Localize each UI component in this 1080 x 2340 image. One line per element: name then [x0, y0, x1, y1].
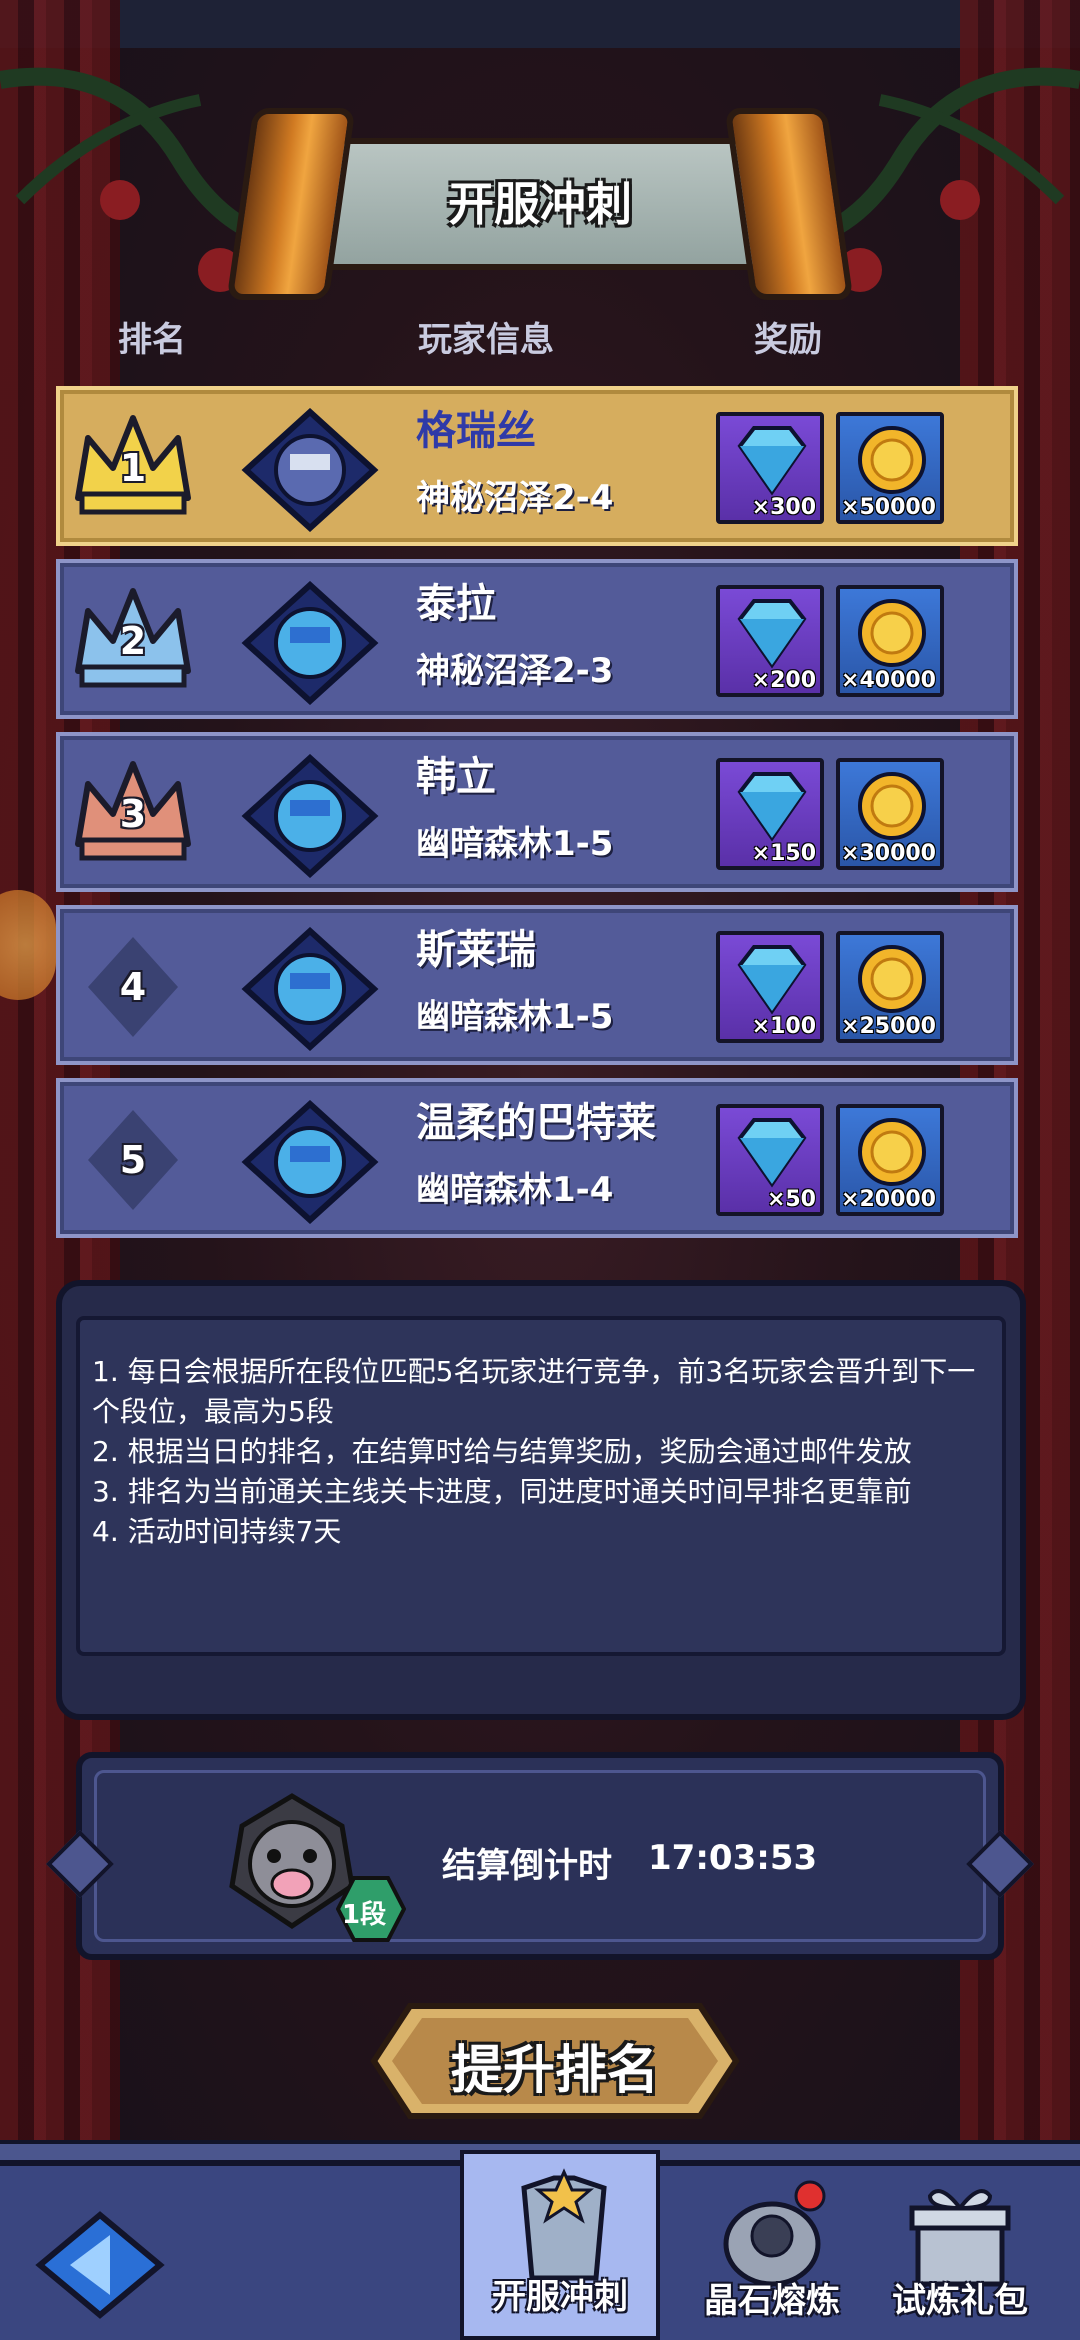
gem-quantity: ×100 — [751, 1014, 816, 1039]
player-name: 韩立 — [416, 754, 496, 800]
rank-number: 2 — [119, 619, 147, 663]
gold-coin-icon — [858, 599, 926, 667]
ranking-row[interactable]: 4 斯莱瑞 幽暗森林1-5 ×100 ×25000 — [56, 905, 1018, 1065]
player-avatar[interactable] — [240, 1099, 380, 1225]
coin-quantity: ×30000 — [841, 841, 936, 866]
rule-line: 4. 活动时间持续7天 — [92, 1515, 342, 1548]
player-avatar-icon — [241, 580, 379, 706]
rank-number: 3 — [119, 792, 147, 836]
tab-label: 晶石熔炼 — [704, 2281, 840, 2321]
rule-line: 3. 排名为当前通关主线关卡进度，同进度时通关时间早排名更靠前 — [92, 1475, 912, 1508]
tab-trial-pack[interactable]: 试炼礼包 — [860, 2160, 1060, 2340]
gem-quantity: ×300 — [751, 495, 816, 520]
coin-reward[interactable]: ×25000 — [836, 931, 944, 1043]
countdown-label: 结算倒计时 — [442, 1846, 612, 1886]
coin-reward[interactable]: ×20000 — [836, 1104, 944, 1216]
column-header-player-info: 玩家信息 — [418, 320, 554, 360]
ranking-row[interactable]: 2 泰拉 神秘沼泽2-3 ×200 ×40000 — [56, 559, 1018, 719]
coin-quantity: ×20000 — [841, 1187, 936, 1212]
rank-badge: 2 — [68, 581, 198, 701]
page-title: 开服冲刺 — [448, 177, 632, 231]
improve-rank-button[interactable]: 提升排名 — [370, 2002, 740, 2120]
player-avatar-icon — [241, 407, 379, 533]
rank-badge: 3 — [68, 754, 198, 874]
rank-number: 1 — [119, 446, 147, 490]
column-header-reward: 奖励 — [754, 320, 822, 360]
player-avatar-icon — [241, 1099, 379, 1225]
player-stage: 神秘沼泽2-4 — [416, 478, 614, 518]
rule-line: 1. 每日会根据所在段位匹配5名玩家进行竞争，前3名玩家会晋升到下一 — [92, 1355, 976, 1388]
player-stage: 神秘沼泽2-3 — [416, 651, 614, 691]
back-arrow-icon[interactable] — [30, 2210, 170, 2320]
countdown-timer: 17:03:53 — [648, 1838, 818, 1878]
diamond-icon — [737, 599, 807, 669]
gem-reward[interactable]: ×100 — [716, 931, 824, 1043]
player-stage: 幽暗森林1-5 — [416, 997, 614, 1037]
gem-reward[interactable]: ×50 — [716, 1104, 824, 1216]
improve-rank-label: 提升排名 — [450, 2041, 659, 2101]
coin-quantity: ×40000 — [841, 668, 936, 693]
player-avatar[interactable] — [240, 580, 380, 706]
gold-coin-icon — [858, 1118, 926, 1186]
coin-quantity: ×25000 — [841, 1014, 936, 1039]
player-avatar-icon — [241, 753, 379, 879]
gem-reward[interactable]: ×200 — [716, 585, 824, 697]
tab-label: 开服冲刺 — [492, 2277, 628, 2317]
player-stage: 幽暗森林1-5 — [416, 824, 614, 864]
gem-quantity: ×150 — [751, 841, 816, 866]
rules-text: 1. 每日会根据所在段位匹配5名玩家进行竞争，前3名玩家会晋升到下一 个段位，最… — [92, 1352, 992, 1552]
column-header-rank: 排名 — [118, 320, 186, 360]
ranking-row[interactable]: 1 格瑞丝 神秘沼泽2-4 ×300 ×50000 — [56, 386, 1018, 546]
rank-badge: 1 — [68, 408, 198, 528]
player-avatar[interactable] — [240, 407, 380, 533]
gem-reward[interactable]: ×150 — [716, 758, 824, 870]
rule-line: 个段位，最高为5段 — [92, 1395, 334, 1428]
player-name: 温柔的巴特莱 — [416, 1100, 656, 1146]
player-name: 斯莱瑞 — [416, 927, 536, 973]
gem-quantity: ×200 — [751, 668, 816, 693]
gold-coin-icon — [858, 426, 926, 494]
rank-number: 4 — [119, 965, 147, 1009]
coin-reward[interactable]: ×50000 — [836, 412, 944, 524]
countdown-panel: 1段 结算倒计时 17:03:53 — [46, 1752, 1034, 1960]
player-avatar-icon — [241, 926, 379, 1052]
diamond-icon — [737, 1118, 807, 1188]
gold-coin-icon — [858, 945, 926, 1013]
diamond-icon — [737, 426, 807, 496]
diamond-icon — [737, 772, 807, 842]
player-avatar[interactable] — [240, 926, 380, 1052]
rules-board: 1. 每日会根据所在段位匹配5名玩家进行竞争，前3名玩家会晋升到下一 个段位，最… — [56, 1280, 1026, 1720]
rule-line: 2. 根据当日的排名，在结算时给与结算奖励，奖励会通过邮件发放 — [92, 1435, 912, 1468]
rank-badge: 4 — [68, 927, 198, 1047]
gem-quantity: ×50 — [766, 1187, 816, 1212]
ranking-row[interactable]: 5 温柔的巴特莱 幽暗森林1-4 ×50 ×20000 — [56, 1078, 1018, 1238]
rank-badge: 5 — [68, 1100, 198, 1220]
coin-reward[interactable]: ×30000 — [836, 758, 944, 870]
game-screen: 开服冲刺 排名 玩家信息 奖励 1 格瑞丝 神秘沼泽2-4 ×300 ×5000… — [0, 0, 1080, 2340]
segment-label: 1段 — [342, 1900, 387, 1930]
player-avatar[interactable] — [240, 753, 380, 879]
ranking-row[interactable]: 3 韩立 幽暗森林1-5 ×150 ×30000 — [56, 732, 1018, 892]
coin-reward[interactable]: ×40000 — [836, 585, 944, 697]
tab-label: 试炼礼包 — [892, 2281, 1028, 2321]
coin-quantity: ×50000 — [841, 495, 936, 520]
player-stage: 幽暗森林1-4 — [416, 1170, 614, 1210]
gem-reward[interactable]: ×300 — [716, 412, 824, 524]
player-name: 格瑞丝 — [416, 408, 536, 454]
gold-coin-icon — [858, 772, 926, 840]
player-name: 泰拉 — [416, 581, 496, 627]
tab-crystal-smelting[interactable]: 晶石熔炼 — [672, 2160, 872, 2340]
title-scroll: 开服冲刺 — [226, 108, 854, 300]
rank-number: 5 — [119, 1138, 147, 1182]
tab-server-sprint[interactable]: 开服冲刺 — [460, 2150, 660, 2340]
floating-event-icon[interactable] — [0, 890, 56, 1000]
diamond-icon — [737, 945, 807, 1015]
